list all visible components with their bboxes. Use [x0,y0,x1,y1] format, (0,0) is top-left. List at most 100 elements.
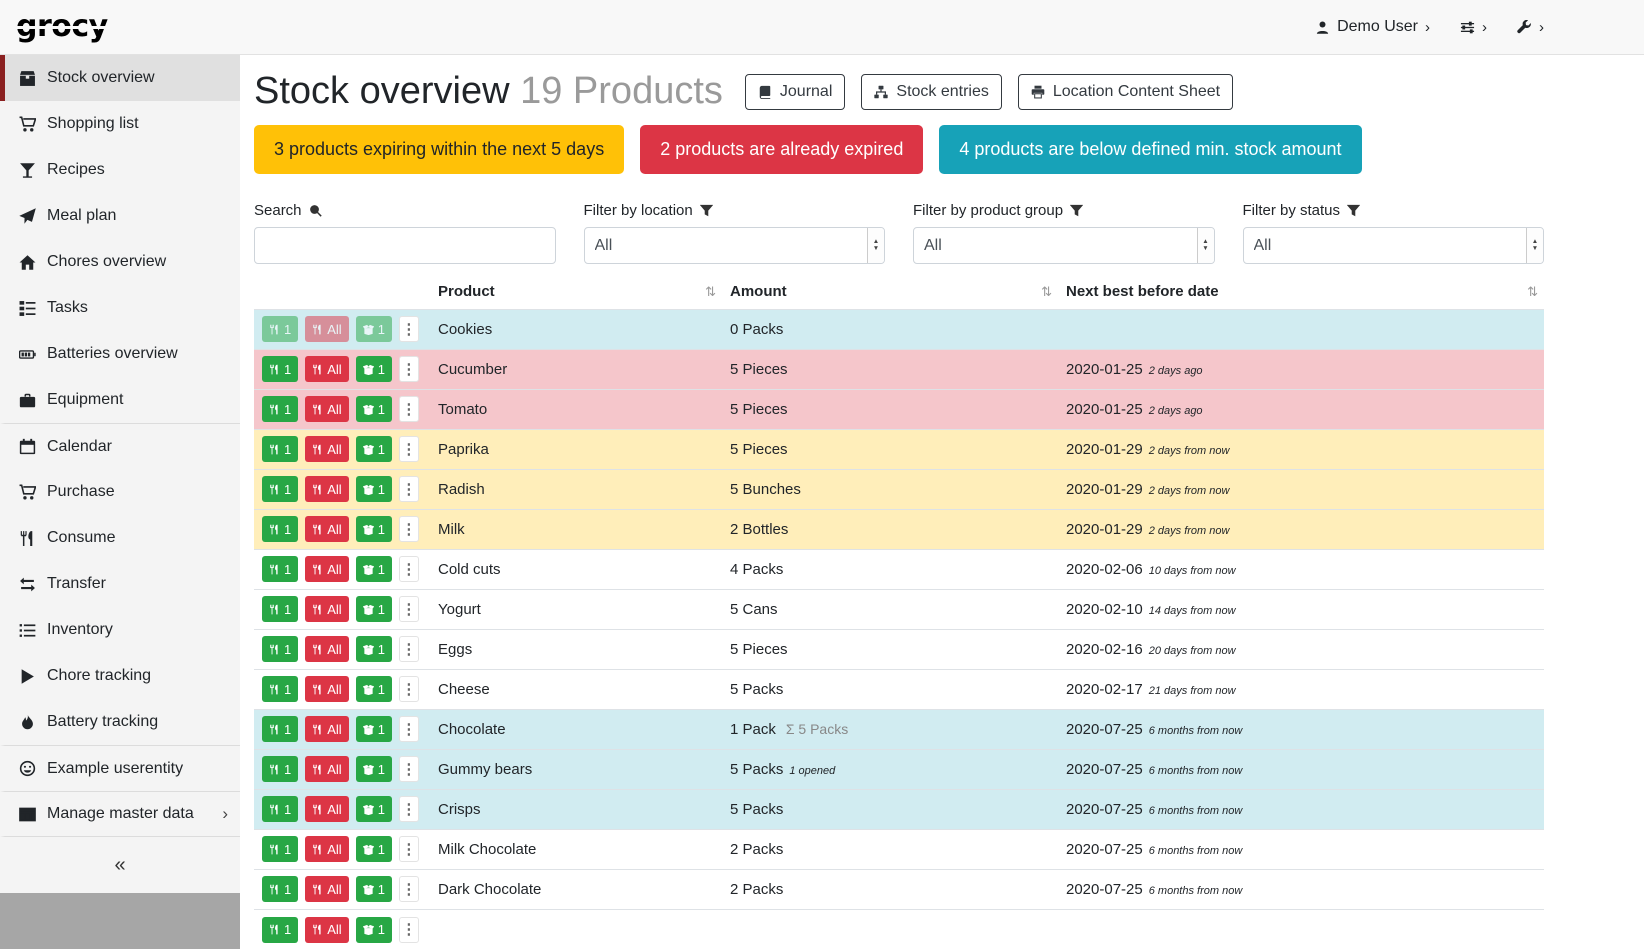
row-menu-button[interactable]: ⋮ [399,516,419,542]
consume-all-button[interactable]: All [305,556,348,582]
consume-all-button[interactable]: All [305,716,348,742]
row-menu-button[interactable]: ⋮ [399,676,419,702]
open-one-button[interactable]: 1 [356,876,392,902]
row-menu-button[interactable]: ⋮ [399,917,419,943]
row-menu-button[interactable]: ⋮ [399,756,419,782]
journal-button[interactable]: Journal [745,74,845,110]
consume-all-button[interactable]: All [305,516,348,542]
open-one-button[interactable]: 1 [356,756,392,782]
row-menu-button[interactable]: ⋮ [399,316,419,342]
consume-one-button[interactable]: 1 [262,796,298,822]
consume-one-button[interactable]: 1 [262,516,298,542]
row-menu-button[interactable]: ⋮ [399,356,419,382]
row-menu-button[interactable]: ⋮ [399,436,419,462]
open-one-button[interactable]: 1 [356,396,392,422]
sidebar-collapse-button[interactable]: « [0,837,240,893]
consume-one-button[interactable]: 1 [262,436,298,462]
open-one-button[interactable]: 1 [356,436,392,462]
consume-one-button[interactable]: 1 [262,636,298,662]
row-menu-button[interactable]: ⋮ [399,556,419,582]
consume-one-button[interactable]: 1 [262,356,298,382]
sidebar-item-stock-overview[interactable]: Stock overview [0,55,240,101]
sidebar-item-chore-tracking[interactable]: Chore tracking [0,653,240,699]
consume-all-button[interactable]: All [305,636,348,662]
sidebar-item-tasks[interactable]: Tasks [0,285,240,331]
open-one-button[interactable]: 1 [356,676,392,702]
consume-one-button[interactable]: 1 [262,876,298,902]
location-content-sheet-button[interactable]: Location Content Sheet [1018,74,1233,110]
search-input[interactable] [254,227,556,264]
open-one-button[interactable]: 1 [356,716,392,742]
location-filter-select[interactable]: All [584,227,886,264]
consume-all-button[interactable]: All [305,476,348,502]
status-filter-select[interactable]: All [1243,227,1545,264]
consume-all-button[interactable]: All [305,796,348,822]
app-logo[interactable]: grocy [16,12,108,42]
row-menu-button[interactable]: ⋮ [399,836,419,862]
open-one-button[interactable]: 1 [356,356,392,382]
alert-warning[interactable]: 3 products expiring within the next 5 da… [254,125,624,174]
consume-all-button[interactable]: All [305,917,348,943]
open-one-button[interactable]: 1 [356,636,392,662]
consume-all-button[interactable]: All [305,676,348,702]
row-menu-button[interactable]: ⋮ [399,476,419,502]
open-one-button[interactable]: 1 [356,316,392,342]
open-one-button[interactable]: 1 [356,476,392,502]
alert-info[interactable]: 4 products are below defined min. stock … [939,125,1361,174]
sidebar-item-shopping-list[interactable]: Shopping list [0,101,240,147]
consume-one-button[interactable]: 1 [262,476,298,502]
settings-menu[interactable]: › [1517,19,1544,36]
open-one-button[interactable]: 1 [356,556,392,582]
sidebar-item-battery-tracking[interactable]: Battery tracking [0,699,240,745]
row-menu-button[interactable]: ⋮ [399,796,419,822]
open-one-button[interactable]: 1 [356,917,392,943]
consume-one-button[interactable]: 1 [262,396,298,422]
sidebar-item-example-userentity[interactable]: Example userentity [0,745,240,791]
row-menu-button[interactable]: ⋮ [399,396,419,422]
consume-one-button[interactable]: 1 [262,716,298,742]
battery-icon [19,346,36,363]
stock-entries-button[interactable]: Stock entries [861,74,1001,110]
open-one-button[interactable]: 1 [356,516,392,542]
open-one-button[interactable]: 1 [356,796,392,822]
user-menu[interactable]: Demo User › [1315,18,1430,36]
sidebar-item-recipes[interactable]: Recipes [0,147,240,193]
column-header-product[interactable]: Product⇅ [430,276,722,310]
consume-all-button[interactable]: All [305,436,348,462]
consume-all-button[interactable]: All [305,396,348,422]
sidebar-item-meal-plan[interactable]: Meal plan [0,193,240,239]
row-menu-button[interactable]: ⋮ [399,716,419,742]
sidebar-item-calendar[interactable]: Calendar [0,423,240,469]
consume-all-button[interactable]: All [305,876,348,902]
row-menu-button[interactable]: ⋮ [399,876,419,902]
consume-all-button[interactable]: All [305,316,348,342]
sidebar-item-inventory[interactable]: Inventory [0,607,240,653]
sidebar-item-chores-overview[interactable]: Chores overview [0,239,240,285]
consume-one-button[interactable]: 1 [262,316,298,342]
open-one-button[interactable]: 1 [356,596,392,622]
consume-one-button[interactable]: 1 [262,676,298,702]
sidebar-item-equipment[interactable]: Equipment [0,377,240,423]
sidebar-item-batteries-overview[interactable]: Batteries overview [0,331,240,377]
sidebar-item-transfer[interactable]: Transfer [0,561,240,607]
sidebar-item-purchase[interactable]: Purchase [0,469,240,515]
row-menu-button[interactable]: ⋮ [399,636,419,662]
column-header-amount[interactable]: Amount⇅ [722,276,1058,310]
sidebar-item-consume[interactable]: Consume [0,515,240,561]
consume-one-button[interactable]: 1 [262,556,298,582]
options-menu[interactable]: › [1460,19,1487,36]
sidebar-item-manage-master-data[interactable]: Manage master data› [0,791,240,837]
consume-one-button[interactable]: 1 [262,917,298,943]
consume-all-button[interactable]: All [305,356,348,382]
column-header-next-best-before-date[interactable]: Next best before date⇅ [1058,276,1544,310]
open-one-button[interactable]: 1 [356,836,392,862]
consume-all-button[interactable]: All [305,836,348,862]
consume-one-button[interactable]: 1 [262,836,298,862]
consume-one-button[interactable]: 1 [262,756,298,782]
alert-danger[interactable]: 2 products are already expired [640,125,923,174]
product-group-filter-select[interactable]: All [913,227,1215,264]
consume-one-button[interactable]: 1 [262,596,298,622]
row-menu-button[interactable]: ⋮ [399,596,419,622]
consume-all-button[interactable]: All [305,596,348,622]
consume-all-button[interactable]: All [305,756,348,782]
